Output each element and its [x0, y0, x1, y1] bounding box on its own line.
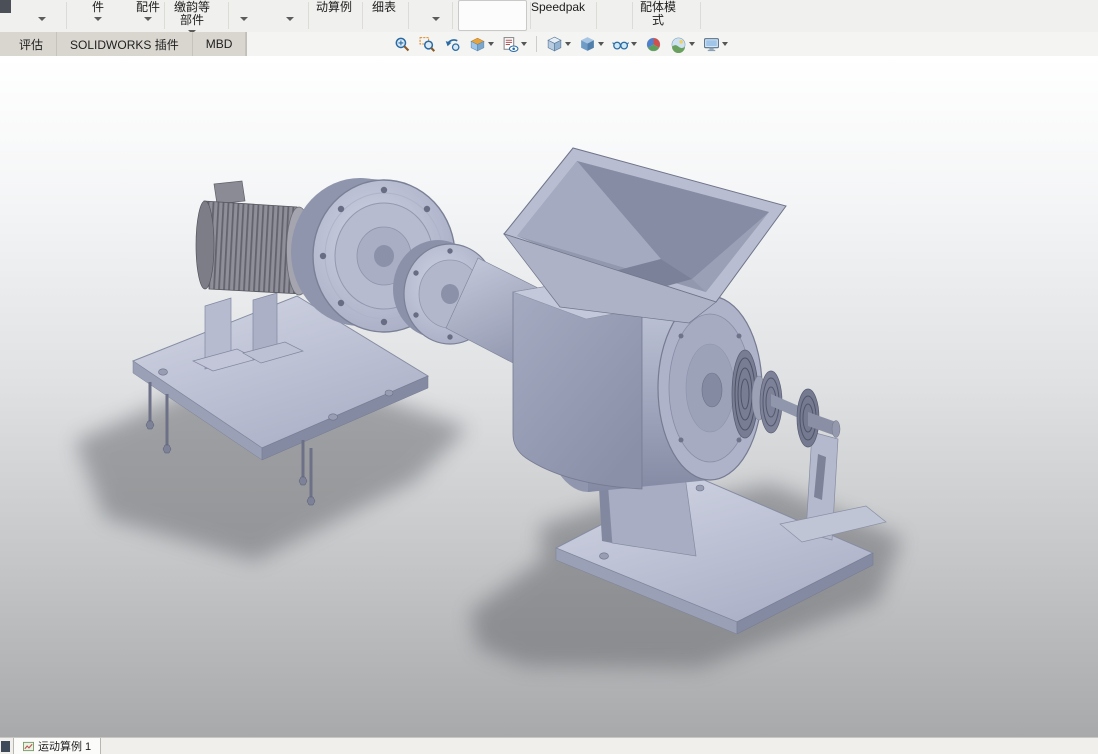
ribbon-separator — [700, 2, 701, 29]
ribbon-separator — [66, 2, 67, 29]
edit-appearance-icon — [646, 37, 661, 51]
tab-mbd[interactable]: MBD — [193, 32, 247, 56]
active-ribbon-button[interactable] — [458, 0, 527, 31]
ribbon-item-2[interactable]: 配件 — [136, 1, 160, 21]
solidworks-window: 件 配件 缴韵等 部件 动算例 细表 Speedpak 配体模式 评估 SOLIDWORKS… — [0, 0, 1098, 754]
dropdown-caret-icon — [488, 42, 494, 46]
crusher-assembly[interactable] — [503, 147, 887, 635]
ribbon-separator — [596, 2, 597, 29]
ribbon-separator — [228, 2, 229, 29]
ribbon-item-label: 件 — [92, 0, 105, 14]
dropdown-caret-icon — [631, 42, 637, 46]
zoom-fit-button[interactable] — [392, 35, 413, 54]
ribbon-item-label — [38, 1, 46, 14]
model-canvas[interactable] — [0, 56, 1098, 737]
ribbon-item-1[interactable]: 件 — [92, 1, 104, 21]
ribbon-item-label — [286, 1, 294, 14]
previous-view-icon — [445, 38, 460, 51]
zoom-fit-icon — [395, 37, 410, 51]
ribbon-item-8[interactable] — [432, 1, 440, 21]
tab-solidworks-addins[interactable]: SOLIDWORKS 插件 — [57, 32, 193, 56]
ribbon-item-label: 部件 — [180, 13, 205, 27]
ribbon-item-4[interactable] — [240, 1, 248, 21]
dropdown-caret-icon — [240, 17, 248, 21]
dropdown-caret-icon — [689, 42, 695, 46]
ribbon-item-10[interactable]: 配体模式 — [640, 1, 676, 27]
ribbon-item-label: 式 — [652, 13, 665, 27]
dropdown-caret-icon — [432, 17, 440, 21]
ribbon-item-0[interactable] — [38, 1, 46, 21]
ribbon-item-label: 配件 — [136, 0, 161, 14]
ribbon-separator — [362, 2, 363, 29]
ribbon-separator — [164, 2, 165, 29]
zoom-area-icon — [419, 36, 436, 52]
dropdown-caret-icon — [565, 42, 571, 46]
tab-motion-study-1[interactable]: 运动算例 1 — [13, 738, 102, 754]
ribbon-separator — [452, 2, 453, 29]
view-settings-icon — [704, 37, 719, 51]
ribbon-item-label: 动算例 — [316, 0, 353, 14]
dropdown-caret-icon — [38, 17, 46, 21]
commandmanager-tab-row: 评估 SOLIDWORKS 插件 MBD — [0, 32, 1098, 57]
hide-show-items-icon — [612, 41, 629, 49]
apply-scene-icon — [671, 37, 686, 53]
display-style-icon — [581, 36, 594, 51]
annotation-view-icon — [503, 36, 519, 52]
section-view-button[interactable] — [467, 35, 496, 54]
ribbon-separator — [308, 2, 309, 29]
bearing-stand[interactable] — [779, 431, 887, 543]
dropdown-caret-icon — [286, 17, 294, 21]
motion-study-tab-label: 运动算例 1 — [38, 741, 92, 753]
hide-show-items-button[interactable] — [610, 35, 639, 54]
commandmanager-tabs: 评估 SOLIDWORKS 插件 MBD — [0, 32, 248, 57]
toolbar-separator — [536, 36, 537, 52]
edit-appearance-button[interactable] — [643, 35, 664, 54]
annotation-view-button[interactable] — [500, 35, 529, 54]
ribbon-item-3[interactable]: 缴韵等 部件 — [174, 1, 210, 34]
tab-evaluate[interactable]: 评估 — [6, 32, 58, 56]
ribbon-separator — [632, 2, 633, 29]
motion-study-icon — [23, 741, 34, 751]
ribbon-item-label: Speedpak — [531, 0, 586, 14]
ribbon-toolbar: 件 配件 缴韵等 部件 动算例 细表 Speedpak 配体模式 — [0, 0, 1098, 34]
ribbon-item-label: 细表 — [372, 0, 397, 14]
view-orientation-button[interactable] — [544, 35, 573, 54]
apply-scene-button[interactable] — [668, 35, 697, 54]
ribbon-item-6[interactable]: 动算例 — [316, 1, 352, 14]
headsup-view-toolbar — [392, 32, 730, 56]
dropdown-caret-icon — [144, 17, 152, 21]
zoom-area-button[interactable] — [417, 35, 438, 54]
ribbon-item-label — [240, 1, 248, 14]
ribbon-item-label — [432, 1, 440, 14]
status-bar: 运动算例 1 — [0, 737, 1098, 754]
ribbon-cut-icon — [0, 0, 11, 13]
previous-view-button[interactable] — [442, 35, 463, 54]
view-settings-button[interactable] — [701, 35, 730, 54]
dropdown-caret-icon — [722, 42, 728, 46]
dropdown-caret-icon — [521, 42, 527, 46]
ribbon-separator — [530, 2, 531, 29]
display-style-button[interactable] — [577, 35, 606, 54]
model-tab-icon[interactable] — [1, 741, 10, 752]
view-orientation-icon — [547, 36, 562, 51]
section-view-icon — [470, 37, 485, 51]
dropdown-caret-icon — [94, 17, 102, 21]
ribbon-item-9[interactable]: Speedpak — [531, 1, 585, 14]
ribbon-separator — [408, 2, 409, 29]
viewport-3d[interactable] — [0, 56, 1098, 737]
ribbon-item-7[interactable]: 细表 — [372, 1, 396, 14]
dropdown-caret-icon — [598, 42, 604, 46]
ribbon-item-5[interactable] — [286, 1, 294, 21]
